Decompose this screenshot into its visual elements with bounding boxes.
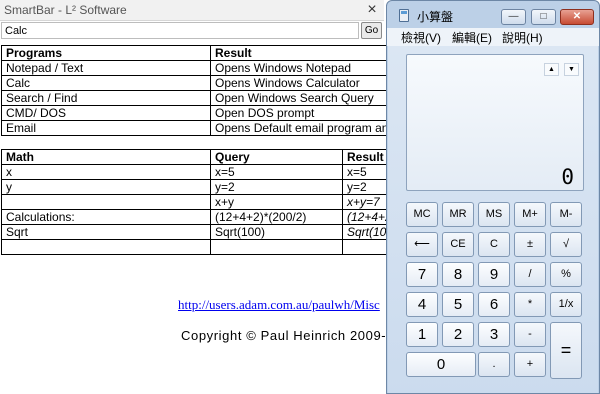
table-row: CMD/ DOS Open DOS prompt <box>1 105 394 121</box>
close-icon[interactable]: ✕ <box>560 9 594 25</box>
header-cell: Math <box>1 149 211 165</box>
table-row: Notepad / Text Opens Windows Notepad <box>1 60 394 76</box>
digit-9-button[interactable]: 9 <box>478 262 510 287</box>
ms-button[interactable]: MS <box>478 202 510 227</box>
display-value: 0 <box>561 165 574 189</box>
digit-0-button[interactable]: 0 <box>406 352 476 377</box>
table-cell: Opens Windows Calculator <box>209 75 394 91</box>
digit-4-button[interactable]: 4 <box>406 292 438 317</box>
table-cell: Sqrt(100) <box>210 224 343 240</box>
calculator-titlebar[interactable]: 小算盤 — □ ✕ <box>387 1 599 28</box>
table-row: x+y x+y=7 <box>1 194 397 210</box>
table-cell <box>1 239 211 255</box>
table-cell: Email <box>1 120 211 136</box>
table-row <box>1 239 397 255</box>
plus-minus-button[interactable]: ± <box>514 232 546 257</box>
homepage-link[interactable]: http://users.adam.com.au/paulwh/Misc <box>178 297 380 313</box>
smartbar-close-icon[interactable]: × <box>362 1 382 19</box>
smartbar-title: SmartBar - L² Software <box>4 3 127 17</box>
equals-button[interactable]: = <box>550 322 582 379</box>
table-header-row: Programs Result <box>1 45 394 61</box>
table-row: y y=2 y=2 <box>1 179 397 195</box>
maximize-icon[interactable]: □ <box>531 9 556 25</box>
backspace-button[interactable]: ⟵ <box>406 232 438 257</box>
history-up-icon[interactable]: ▲ <box>544 63 559 76</box>
calculator-body: ▲ ▼ 0 MC MR MS M+ M- ⟵ CE C ± √ 7 8 9 / … <box>388 46 598 393</box>
table-cell: Search / Find <box>1 90 211 106</box>
digit-3-button[interactable]: 3 <box>478 322 510 347</box>
header-cell: Programs <box>1 45 211 61</box>
table-header-row: Math Query Result <box>1 149 397 165</box>
m-minus-button[interactable]: M- <box>550 202 582 227</box>
table-cell: Open Windows Search Query <box>209 90 394 106</box>
table-cell: y=2 <box>210 179 343 195</box>
digit-1-button[interactable]: 1 <box>406 322 438 347</box>
sqrt-button[interactable]: √ <box>550 232 582 257</box>
table-cell: Notepad / Text <box>1 60 211 76</box>
minimize-icon[interactable]: — <box>501 9 526 25</box>
calculator-display: ▲ ▼ 0 <box>406 54 584 191</box>
smartbar-titlebar[interactable]: SmartBar - L² Software × <box>0 0 384 21</box>
table-row: Calc Opens Windows Calculator <box>1 75 394 91</box>
decimal-button[interactable]: . <box>478 352 510 377</box>
calculator-menubar: 檢視(V) 編輯(E) 說明(H) <box>387 28 599 46</box>
clear-button[interactable]: C <box>478 232 510 257</box>
mc-button[interactable]: MC <box>406 202 438 227</box>
copyright-text: Copyright © Paul Heinrich 2009-2 <box>181 328 395 343</box>
table-cell: Opens Windows Notepad <box>209 60 394 76</box>
table-row: x x=5 x=5 <box>1 164 397 180</box>
screen: SmartBar - L² Software × Go Programs Res… <box>0 0 600 394</box>
menu-help[interactable]: 說明(H) <box>502 29 543 46</box>
digit-8-button[interactable]: 8 <box>442 262 474 287</box>
table-cell: (12+4+2)*(200/2) <box>210 209 343 225</box>
subtract-button[interactable]: - <box>514 322 546 347</box>
table-cell <box>210 239 343 255</box>
calculator-window: 小算盤 — □ ✕ 檢視(V) 編輯(E) 說明(H) ▲ ▼ 0 MC MR … <box>386 0 600 394</box>
calculator-app-icon <box>399 9 409 22</box>
history-down-icon[interactable]: ▼ <box>564 63 579 76</box>
digit-7-button[interactable]: 7 <box>406 262 438 287</box>
calculator-title: 小算盤 <box>417 10 454 24</box>
table-cell: CMD/ DOS <box>1 105 211 121</box>
table-row: Search / Find Open Windows Search Query <box>1 90 394 106</box>
smartbar-search-input[interactable] <box>1 22 359 39</box>
ce-button[interactable]: CE <box>442 232 474 257</box>
table-cell <box>1 194 211 210</box>
digit-2-button[interactable]: 2 <box>442 322 474 347</box>
m-plus-button[interactable]: M+ <box>514 202 546 227</box>
table-cell: Calc <box>1 75 211 91</box>
programs-table: Programs Result Notepad / Text Opens Win… <box>1 45 394 136</box>
table-cell: Opens Default email program an <box>209 120 394 136</box>
table-cell: Calculations: <box>1 209 211 225</box>
reciprocal-button[interactable]: 1/x <box>550 292 582 317</box>
divide-button[interactable]: / <box>514 262 546 287</box>
table-row: Email Opens Default email program an <box>1 120 394 136</box>
digit-6-button[interactable]: 6 <box>478 292 510 317</box>
mr-button[interactable]: MR <box>442 202 474 227</box>
table-row: Sqrt Sqrt(100) Sqrt(10 <box>1 224 397 240</box>
go-button[interactable]: Go <box>361 22 382 39</box>
table-cell: y <box>1 179 211 195</box>
table-cell: x <box>1 164 211 180</box>
menu-view[interactable]: 檢視(V) <box>401 29 441 46</box>
add-button[interactable]: + <box>514 352 546 377</box>
menu-edit[interactable]: 編輯(E) <box>452 29 492 46</box>
table-row: Calculations: (12+4+2)*(200/2) (12+4+2 <box>1 209 397 225</box>
header-cell: Query <box>210 149 343 165</box>
math-table: Math Query Result x x=5 x=5 y y=2 y=2 x+… <box>1 149 397 255</box>
multiply-button[interactable]: * <box>514 292 546 317</box>
header-cell: Result <box>209 45 394 61</box>
table-cell: x+y <box>210 194 343 210</box>
digit-5-button[interactable]: 5 <box>442 292 474 317</box>
table-cell: x=5 <box>210 164 343 180</box>
table-cell: Open DOS prompt <box>209 105 394 121</box>
table-cell: Sqrt <box>1 224 211 240</box>
percent-button[interactable]: % <box>550 262 582 287</box>
